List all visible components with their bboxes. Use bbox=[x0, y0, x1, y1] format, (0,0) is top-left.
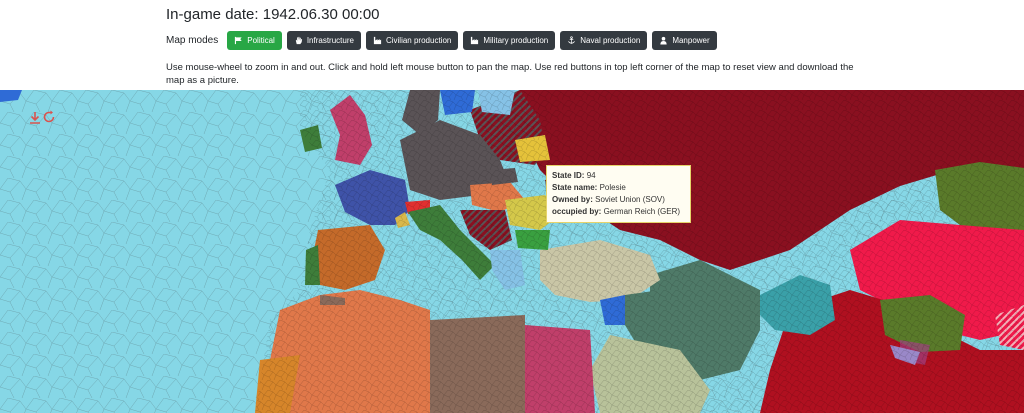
naval-production-label: Naval production bbox=[580, 36, 641, 45]
naval-production-button[interactable]: Naval production bbox=[560, 31, 648, 50]
map-modes-label: Map modes bbox=[166, 35, 219, 46]
political-button[interactable]: Political bbox=[227, 31, 282, 50]
tooltip-occupied-by: occupied by: German Reich (GER) bbox=[552, 207, 681, 216]
manpower-button[interactable]: Manpower bbox=[652, 31, 717, 50]
date-value: 1942.06.30 00:00 bbox=[262, 6, 380, 23]
anchor-icon bbox=[568, 36, 576, 44]
hand-icon bbox=[295, 36, 302, 45]
person-icon bbox=[660, 36, 667, 45]
military-production-button[interactable]: Military production bbox=[463, 31, 556, 50]
date-label: In-game date: bbox=[166, 6, 259, 23]
ingame-date: In-game date: 1942.06.30 00:00 bbox=[166, 6, 380, 23]
map-canvas[interactable] bbox=[0, 90, 1024, 413]
flag-icon bbox=[235, 36, 242, 45]
download-icon[interactable] bbox=[28, 111, 42, 125]
civilian-production-label: Civilian production bbox=[385, 36, 452, 45]
land-texture bbox=[255, 90, 1024, 413]
civilian-production-button[interactable]: Civilian production bbox=[365, 31, 459, 50]
military-production-label: Military production bbox=[483, 36, 549, 45]
political-label: Political bbox=[247, 36, 275, 45]
factory-icon bbox=[373, 36, 382, 45]
map-modes: Map modes Political Infrastructure Civil… bbox=[166, 31, 717, 50]
reset-view-icon[interactable] bbox=[42, 110, 56, 124]
manpower-label: Manpower bbox=[672, 36, 710, 45]
state-tooltip: State ID: 94 State name: Polesie Owned b… bbox=[546, 165, 691, 223]
factory-icon bbox=[471, 36, 479, 45]
world-map[interactable] bbox=[0, 90, 1024, 413]
infrastructure-label: Infrastructure bbox=[306, 36, 354, 45]
tooltip-state-name: State name: Polesie bbox=[552, 183, 626, 192]
tooltip-state-id: State ID: 94 bbox=[552, 171, 596, 180]
infrastructure-button[interactable]: Infrastructure bbox=[286, 31, 361, 50]
tooltip-owned-by: Owned by: Soviet Union (SOV) bbox=[552, 195, 665, 204]
help-text: Use mouse-wheel to zoom in and out. Clic… bbox=[166, 62, 854, 86]
